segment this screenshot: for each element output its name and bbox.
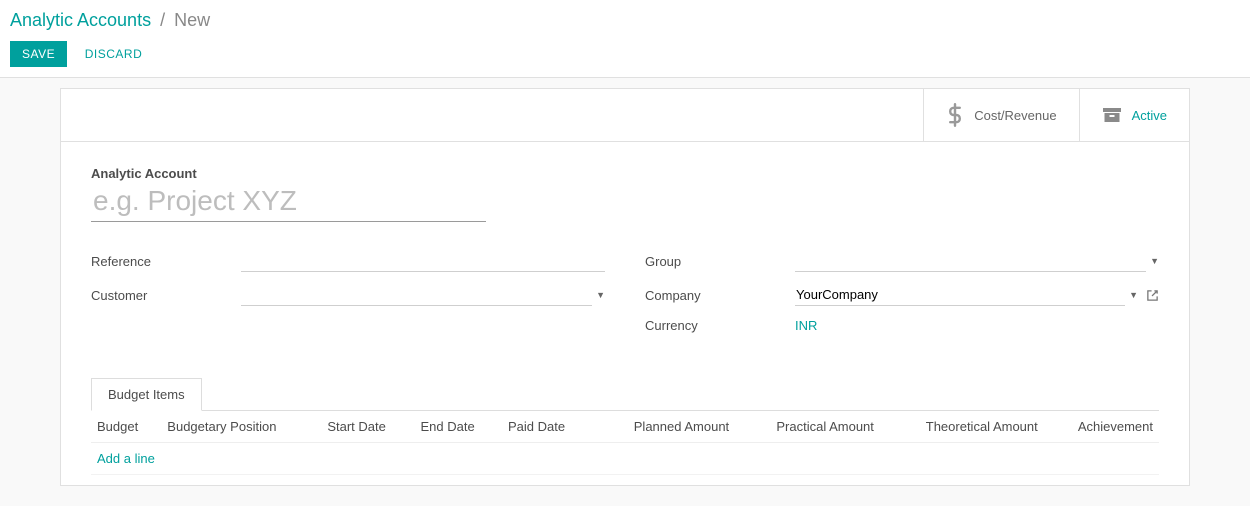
active-button[interactable]: Active xyxy=(1079,89,1189,141)
col-achievement: Achievement xyxy=(1044,411,1159,443)
chevron-down-icon[interactable]: ▼ xyxy=(596,290,605,300)
customer-label: Customer xyxy=(91,288,241,303)
add-line-button[interactable]: Add a line xyxy=(97,451,155,466)
company-label: Company xyxy=(645,288,795,303)
col-budget: Budget xyxy=(91,411,161,443)
col-budgetary-position: Budgetary Position xyxy=(161,411,321,443)
stat-button-bar: Cost/Revenue Active xyxy=(61,89,1189,142)
company-input[interactable] xyxy=(795,284,1125,306)
breadcrumb-separator: / xyxy=(160,10,165,30)
col-theoretical-amount: Theoretical Amount xyxy=(880,411,1044,443)
currency-value[interactable]: INR xyxy=(795,318,817,333)
cost-revenue-button[interactable]: Cost/Revenue xyxy=(923,89,1078,141)
col-planned-amount: Planned Amount xyxy=(593,411,735,443)
save-button[interactable]: SAVE xyxy=(10,41,67,67)
analytic-account-name-input[interactable] xyxy=(91,181,486,222)
col-start-date: Start Date xyxy=(321,411,414,443)
chevron-down-icon[interactable]: ▼ xyxy=(1150,256,1159,266)
customer-input[interactable] xyxy=(241,284,592,306)
breadcrumb: Analytic Accounts / New xyxy=(10,10,1240,31)
col-end-date: End Date xyxy=(415,411,502,443)
breadcrumb-parent-link[interactable]: Analytic Accounts xyxy=(10,10,151,30)
form-sheet: Cost/Revenue Active Analytic Account xyxy=(60,88,1190,486)
currency-label: Currency xyxy=(645,318,795,333)
action-bar: SAVE DISCARD xyxy=(10,41,1240,77)
analytic-account-label: Analytic Account xyxy=(91,166,1159,181)
reference-label: Reference xyxy=(91,254,241,269)
chevron-down-icon[interactable]: ▼ xyxy=(1129,290,1138,300)
active-label: Active xyxy=(1132,108,1167,123)
discard-button[interactable]: DISCARD xyxy=(85,47,143,61)
archive-icon xyxy=(1102,106,1122,124)
reference-input[interactable] xyxy=(241,250,605,272)
tab-budget-items[interactable]: Budget Items xyxy=(91,378,202,411)
col-paid-date: Paid Date xyxy=(502,411,593,443)
group-label: Group xyxy=(645,254,795,269)
breadcrumb-current: New xyxy=(174,10,210,30)
group-input[interactable] xyxy=(795,250,1146,272)
cost-revenue-label: Cost/Revenue xyxy=(974,108,1056,123)
table-row: Add a line xyxy=(91,443,1159,475)
table-header-row: Budget Budgetary Position Start Date End… xyxy=(91,411,1159,443)
budget-items-table: Budget Budgetary Position Start Date End… xyxy=(91,411,1159,475)
external-link-icon[interactable] xyxy=(1146,289,1159,302)
dollar-icon xyxy=(946,103,964,127)
col-practical-amount: Practical Amount xyxy=(735,411,880,443)
